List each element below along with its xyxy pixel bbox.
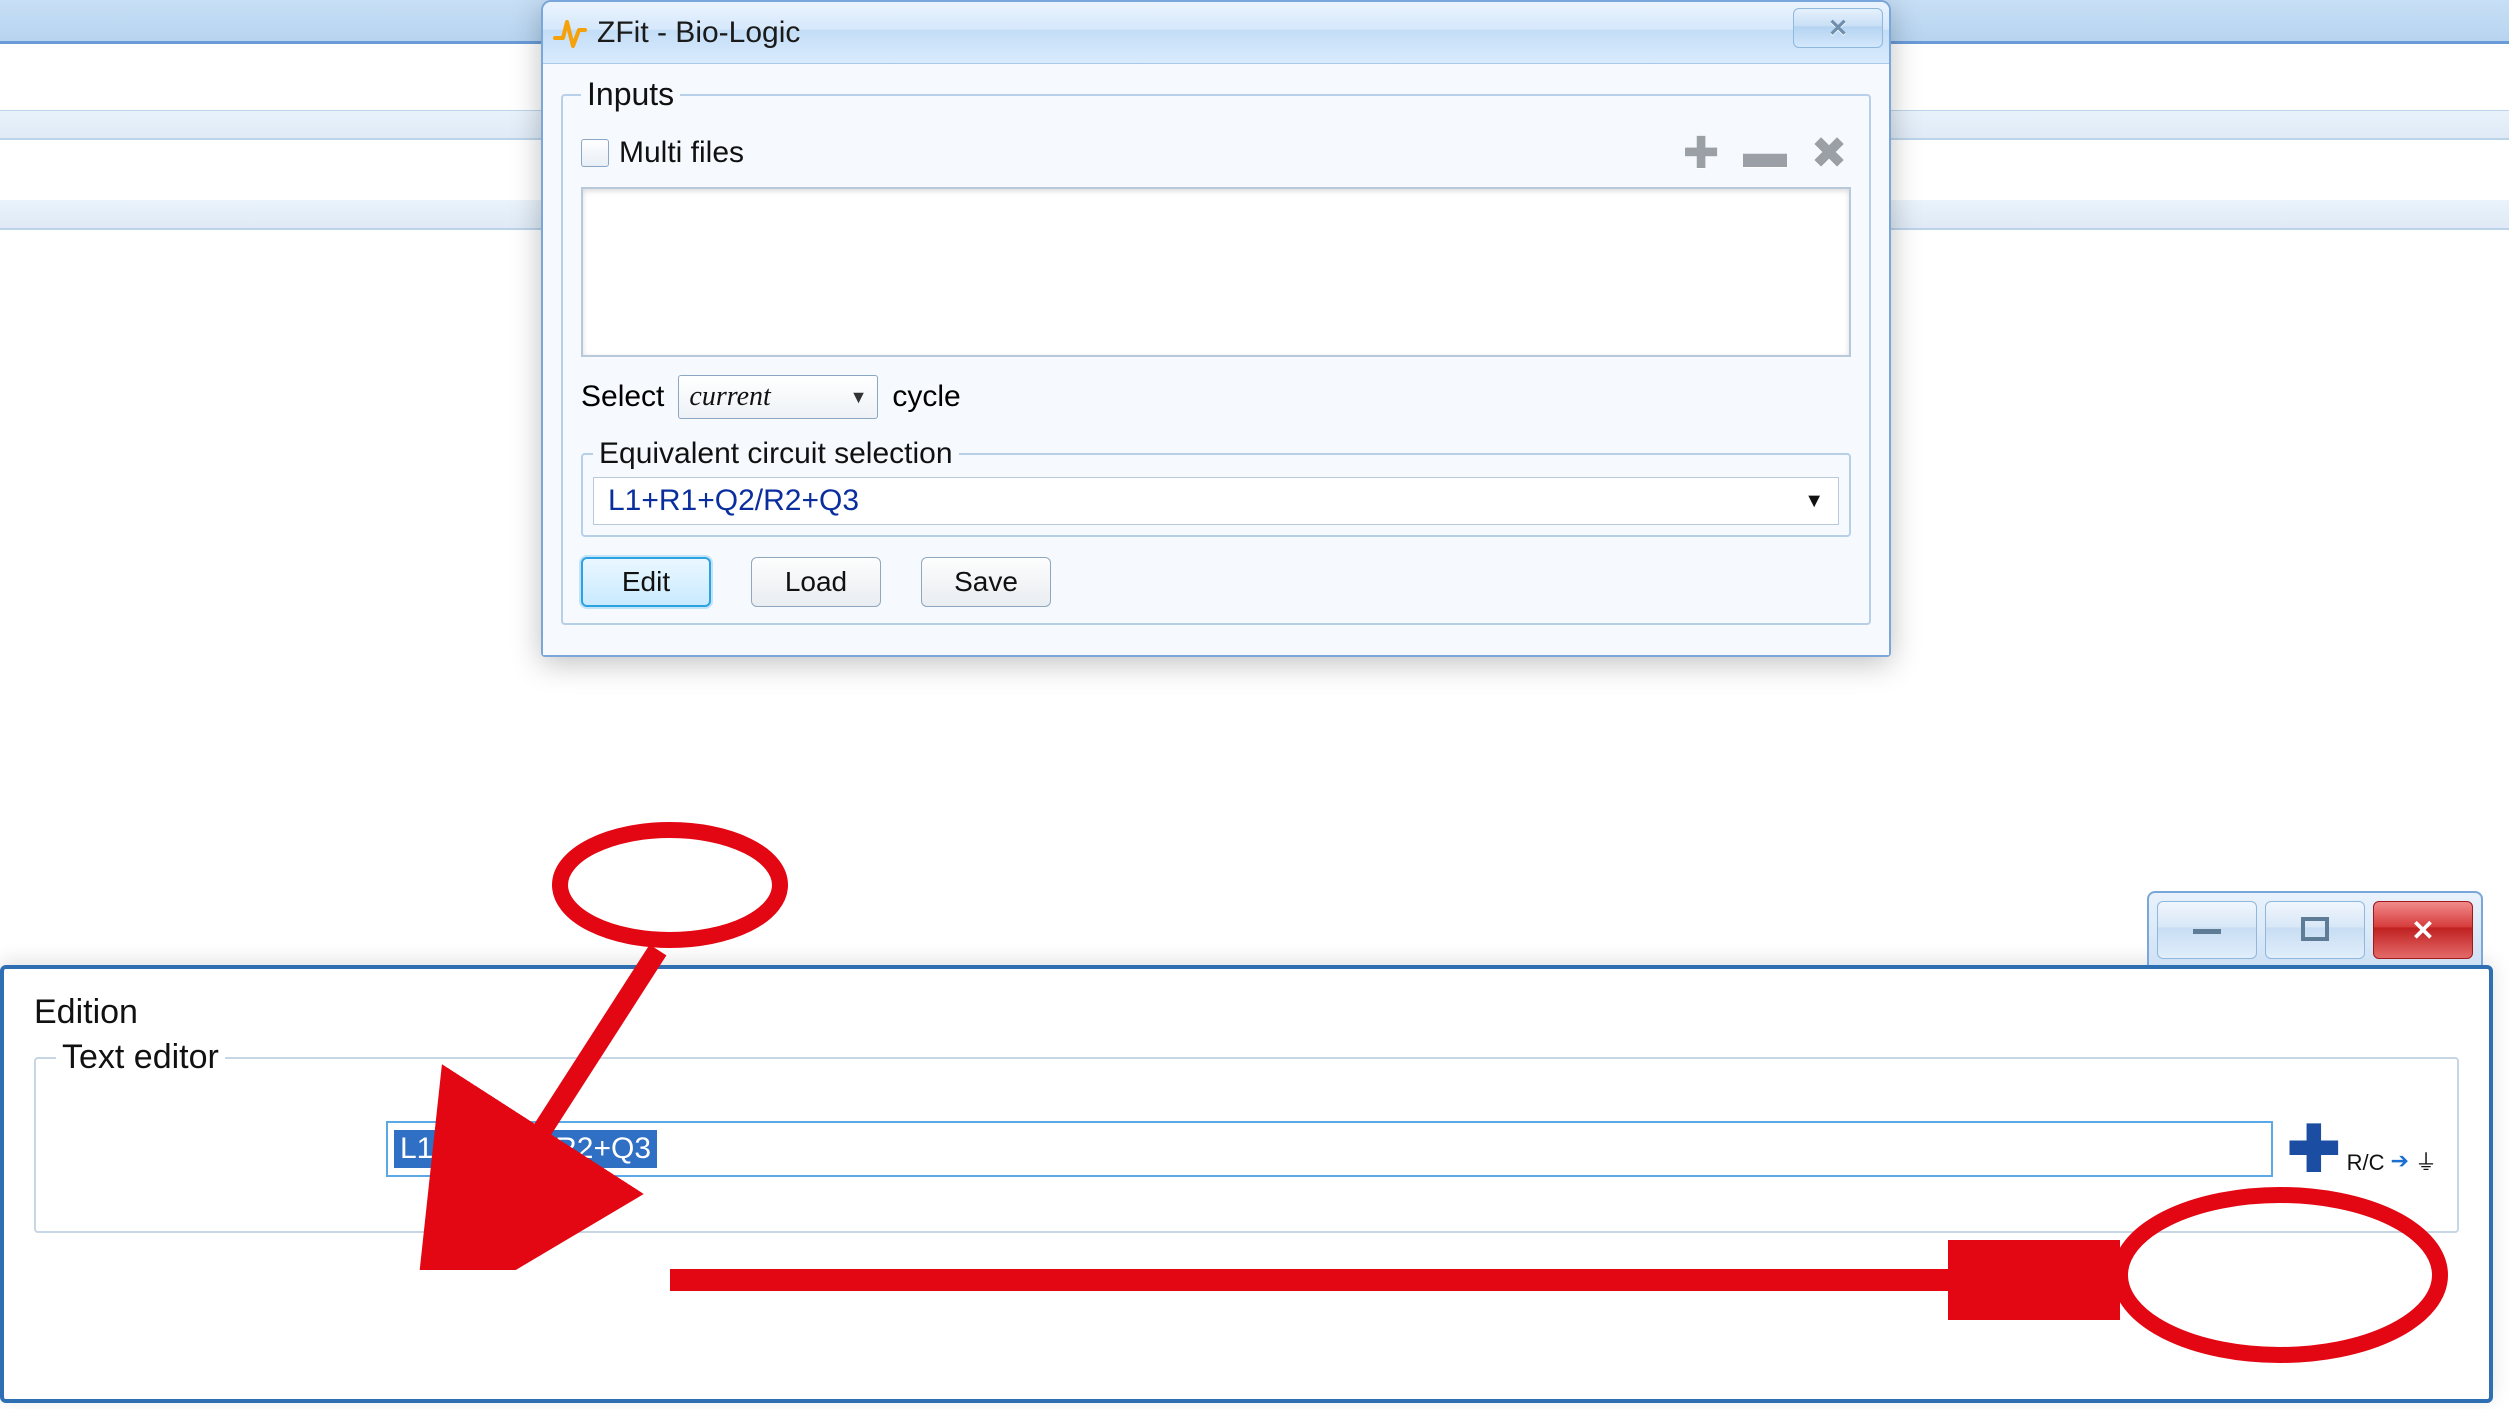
close-icon: ✕ bbox=[2411, 914, 2434, 947]
chevron-down-icon: ▼ bbox=[850, 387, 868, 408]
select-label: Select bbox=[581, 380, 664, 414]
maximize-button[interactable] bbox=[2265, 901, 2365, 959]
file-list[interactable] bbox=[581, 187, 1851, 357]
add-element-button[interactable]: ✚ R/C ➔ ⏚ bbox=[2287, 1117, 2437, 1181]
clear-files-button[interactable]: ✖ bbox=[1807, 131, 1851, 175]
add-file-button[interactable]: ✚ bbox=[1679, 131, 1723, 175]
editor-window: ✕ Edition Text editor L1+R1+Q2/R2+Q3 ✚ R… bbox=[0, 965, 2493, 1403]
annotation-edit-ellipse bbox=[540, 810, 800, 960]
circuit-combo[interactable]: L1+R1+Q2/R2+Q3 ▼ bbox=[593, 477, 1839, 525]
zfit-titlebar[interactable]: ZFit - Bio-Logic ✕ bbox=[543, 2, 1889, 64]
text-editor-group: Text editor L1+R1+Q2/R2+Q3 ✚ R/C ➔ ⏚ bbox=[34, 1038, 2459, 1233]
circuit-symbol-icon: ⏚ bbox=[2415, 1145, 2437, 1177]
inputs-legend: Inputs bbox=[581, 76, 680, 113]
zfit-title: ZFit - Bio-Logic bbox=[597, 16, 800, 50]
minus-icon: ▬ bbox=[1743, 128, 1787, 178]
minimize-icon bbox=[2187, 920, 2227, 940]
edit-button-label: Edit bbox=[622, 566, 670, 598]
cycle-label: cycle bbox=[892, 380, 960, 414]
maximize-icon bbox=[2295, 915, 2335, 945]
editor-close-button[interactable]: ✕ bbox=[2373, 901, 2473, 959]
editor-window-controls: ✕ bbox=[2147, 891, 2483, 965]
zfit-app-icon bbox=[553, 16, 587, 50]
cycle-select-value: current bbox=[689, 381, 770, 413]
minimize-button[interactable] bbox=[2157, 901, 2257, 959]
inputs-group: Inputs Multi files ✚ ▬ ✖ bbox=[561, 76, 1871, 625]
edition-label: Edition bbox=[34, 993, 2459, 1032]
equivalent-circuit-group: Equivalent circuit selection L1+R1+Q2/R2… bbox=[581, 437, 1851, 537]
cycle-select[interactable]: current ▼ bbox=[678, 375, 878, 419]
zfit-dialog: ZFit - Bio-Logic ✕ Inputs Multi files ✚ … bbox=[541, 0, 1891, 657]
rc-label: R/C bbox=[2347, 1150, 2385, 1176]
text-editor-legend: Text editor bbox=[56, 1038, 225, 1077]
zfit-body: Inputs Multi files ✚ ▬ ✖ bbox=[543, 64, 1889, 655]
load-button-label: Load bbox=[785, 566, 847, 598]
arrow-right-icon: ➔ bbox=[2391, 1148, 2409, 1174]
plus-icon: ✚ bbox=[1683, 128, 1720, 179]
plus-icon: ✚ bbox=[2287, 1117, 2341, 1181]
remove-file-button[interactable]: ▬ bbox=[1743, 131, 1787, 175]
x-icon: ✖ bbox=[1811, 128, 1848, 179]
equivalent-circuit-legend: Equivalent circuit selection bbox=[593, 437, 959, 471]
circuit-text-value: L1+R1+Q2/R2+Q3 bbox=[394, 1130, 657, 1168]
chevron-down-icon: ▼ bbox=[1804, 490, 1824, 513]
save-button-label: Save bbox=[954, 566, 1018, 598]
edit-button[interactable]: Edit bbox=[581, 557, 711, 607]
load-button[interactable]: Load bbox=[751, 557, 881, 607]
save-button[interactable]: Save bbox=[921, 557, 1051, 607]
circuit-combo-value: L1+R1+Q2/R2+Q3 bbox=[608, 484, 859, 518]
close-icon: ✕ bbox=[1828, 14, 1848, 43]
multi-files-checkbox[interactable] bbox=[581, 139, 609, 167]
circuit-text-input[interactable]: L1+R1+Q2/R2+Q3 bbox=[386, 1121, 2273, 1177]
multi-files-label: Multi files bbox=[619, 136, 744, 170]
zfit-close-button[interactable]: ✕ bbox=[1793, 8, 1883, 48]
